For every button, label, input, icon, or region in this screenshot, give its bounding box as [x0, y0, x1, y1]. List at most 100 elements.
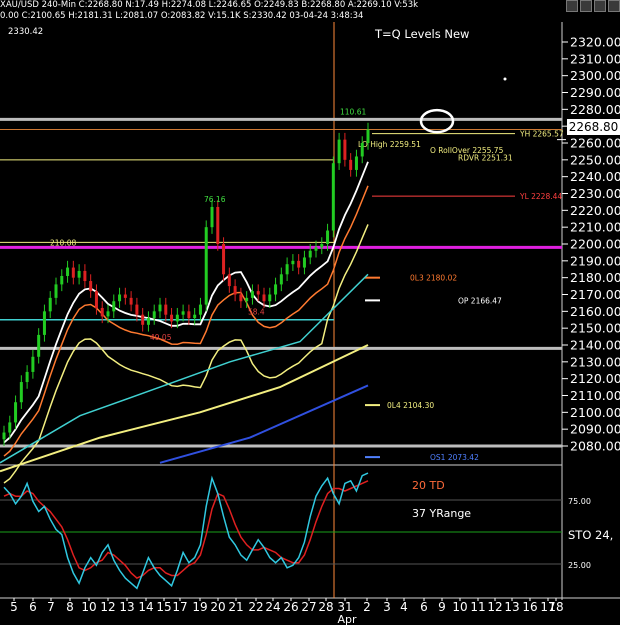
- y-tick-label: 2080.00: [570, 439, 620, 454]
- x-tick-label: 26: [283, 600, 298, 614]
- y-tick-label: 2240.00: [570, 169, 620, 184]
- level-label: OS1 2073.42: [430, 453, 479, 462]
- x-tick-label: 31: [337, 600, 352, 614]
- x-tick-label: 22: [248, 600, 263, 614]
- price-chart-svg: 2080.00 2090.00 2100.00 2110.00 2120.00 2130.…: [0, 22, 620, 625]
- level-label: 0L4 2104.30: [387, 401, 434, 410]
- y-tick-label: 2180.00: [570, 270, 620, 285]
- candle-body: [25, 371, 29, 383]
- candle-body: [279, 274, 283, 285]
- x-tick-label: 9: [438, 600, 446, 614]
- candle-body: [158, 304, 162, 312]
- x-tick-label: 10: [452, 600, 467, 614]
- x-tick-label: 3: [383, 600, 391, 614]
- candle-body: [100, 307, 104, 317]
- value-annotation: 49.05: [150, 333, 172, 342]
- x-tick-label: 2: [363, 600, 371, 614]
- value-annotation: 76.16: [204, 195, 226, 204]
- y-tick-label: 2280.00: [570, 102, 620, 117]
- x-tick-label: 14: [138, 600, 153, 614]
- candle-body: [170, 314, 174, 322]
- level-label: RDVR 2251.31: [458, 154, 513, 163]
- x-tick-label: 8: [66, 600, 74, 614]
- candle-body: [308, 250, 312, 258]
- candle-body: [181, 311, 185, 315]
- candle-body: [198, 304, 202, 315]
- stoch-tick-label: 25.00: [568, 561, 591, 570]
- candle-body: [326, 230, 330, 244]
- candle-body: [285, 264, 289, 275]
- x-tick-label: 16: [522, 600, 537, 614]
- marker-dot: [503, 77, 507, 81]
- x-tick-label: 5: [10, 600, 18, 614]
- td-indicator-label: 20 TD: [412, 479, 445, 492]
- candle-body: [314, 247, 318, 251]
- candle-body: [71, 267, 75, 278]
- candle-body: [54, 284, 58, 298]
- candle-body: [8, 422, 12, 433]
- y-tick-label: 2130.00: [570, 354, 620, 369]
- ma-white-line: [3, 161, 369, 444]
- x-tick-label: 17: [172, 600, 187, 614]
- candle-body: [354, 156, 358, 170]
- candle-body: [42, 311, 46, 335]
- candle-body: [256, 291, 260, 295]
- candle-body: [19, 382, 23, 403]
- y-tick-label: 2220.00: [570, 203, 620, 218]
- stoch-tick-label: 75.00: [568, 497, 591, 506]
- x-tick-label: 24: [265, 600, 280, 614]
- y-tick-label: 2290.00: [570, 85, 620, 100]
- x-tick-label: 13: [119, 600, 134, 614]
- y-tick-label: 2200.00: [570, 237, 620, 252]
- x-tick-label: 19: [192, 600, 207, 614]
- candle-body: [129, 297, 133, 305]
- y-tick-label: 2260.00: [570, 136, 620, 151]
- candle-body: [210, 206, 214, 228]
- ma-cyan-line: [0, 273, 369, 464]
- y-tick-label: 2250.00: [570, 152, 620, 167]
- candle-body: [135, 304, 139, 315]
- value-annotation: 110.61: [340, 107, 366, 116]
- candle-body: [349, 159, 353, 170]
- candle-body: [89, 281, 93, 292]
- y-tick-label: 2230.00: [570, 186, 620, 201]
- candle-body: [83, 270, 87, 282]
- level-label: OP 2166.47: [458, 296, 502, 305]
- candle-body: [302, 257, 306, 268]
- y-tick-label: 2210.00: [570, 220, 620, 235]
- x-tick-label: 18: [548, 600, 563, 614]
- candle-body: [152, 311, 156, 319]
- level-label: 210.08: [50, 238, 76, 247]
- last-price-box: 2268.80: [567, 119, 620, 135]
- candle-body: [123, 294, 127, 298]
- x-tick-label: 6: [29, 600, 37, 614]
- value-annotation: 58.4: [248, 308, 265, 317]
- candle-body: [216, 206, 220, 244]
- y-tick-label: 2140.00: [570, 338, 620, 353]
- candle-body: [94, 291, 98, 308]
- x-tick-label: 10: [81, 600, 96, 614]
- candle-body: [175, 314, 179, 322]
- candle-body: [204, 227, 208, 305]
- candle-body: [337, 139, 341, 164]
- x-month-label: Apr: [337, 613, 357, 625]
- yrange-indicator-label: 37 YRange: [412, 507, 472, 520]
- candle-body: [48, 297, 52, 312]
- candle-body: [366, 129, 370, 143]
- chart-stage: XAU/USD 240-Min C:2268.80 N:17.49 H:2274…: [0, 0, 620, 625]
- ma-blue-line: [159, 384, 369, 464]
- x-tick-label: 7: [47, 600, 55, 614]
- candle-body: [193, 314, 197, 319]
- candle-body: [66, 267, 70, 276]
- sto-indicator-label: STO 24,: [568, 528, 614, 542]
- level-label: 0L3 2180.02: [410, 274, 457, 283]
- level-label: YL 2228.44: [519, 192, 562, 201]
- x-tick-label: 28: [318, 600, 333, 614]
- level-label: YH 2265.57: [519, 130, 564, 139]
- candle-body: [187, 311, 191, 319]
- candle-body: [360, 143, 364, 157]
- candle-body: [141, 314, 145, 325]
- ma-yellow-slow-line: [0, 344, 369, 473]
- x-tick-label: 15: [156, 600, 171, 614]
- x-tick-label: 11: [470, 600, 485, 614]
